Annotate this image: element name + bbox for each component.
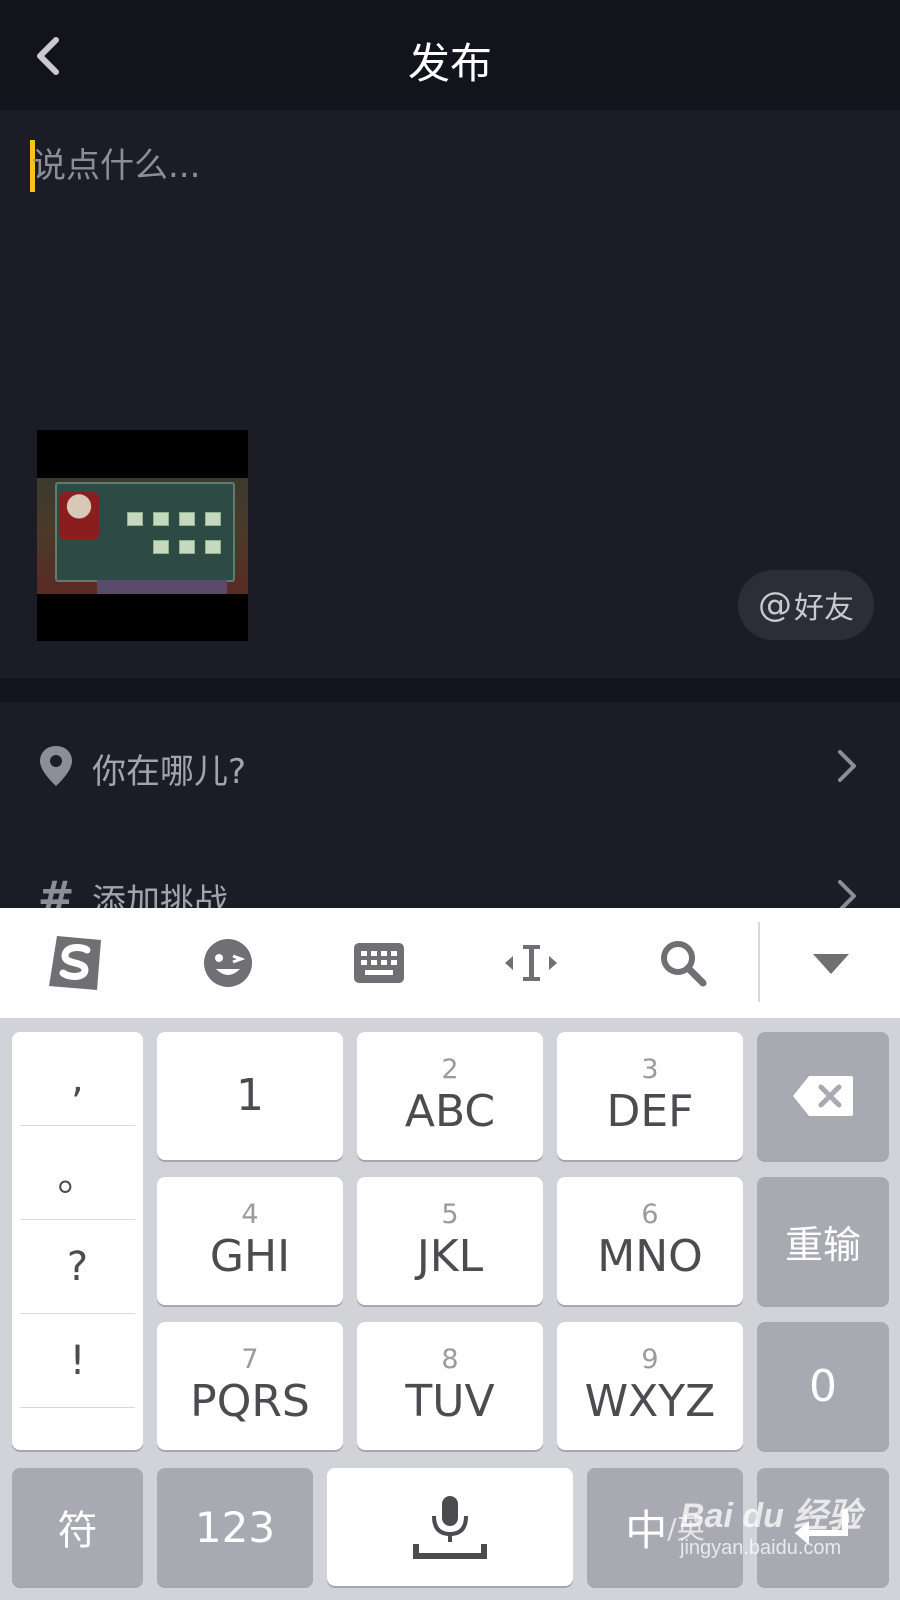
microphone-space-icon — [413, 1496, 487, 1559]
numbers-key-label: 123 — [194, 1502, 276, 1552]
attached-image-thumbnail[interactable] — [37, 430, 248, 641]
key-number: 2 — [441, 1054, 459, 1085]
thumbnail-slot — [179, 540, 195, 554]
retype-key[interactable]: 重输 — [757, 1177, 889, 1305]
retype-key-label: 重输 — [784, 1222, 861, 1267]
keyboard-switch-button[interactable] — [344, 930, 414, 996]
keyboard-icon — [354, 943, 404, 983]
chevron-right-icon — [838, 880, 856, 908]
post-text-input[interactable] — [32, 140, 852, 192]
thumbnail-slot — [205, 540, 221, 554]
thumbnail-slot — [179, 512, 195, 526]
space-voice-key[interactable] — [327, 1468, 573, 1586]
location-option-label: 你在哪儿? — [92, 752, 247, 792]
symbols-key[interactable]: 符 — [12, 1468, 143, 1586]
key-9-wxyz[interactable]: 9 WXYZ — [557, 1322, 743, 1450]
sogou-logo-icon — [49, 936, 101, 990]
language-alt-label: /英 — [667, 1512, 705, 1545]
search-button[interactable] — [648, 930, 718, 996]
zero-key-label: 0 — [809, 1360, 837, 1412]
key-letters: GHI — [209, 1231, 291, 1282]
key-letters: JKL — [416, 1231, 484, 1282]
hashtag-icon: # — [37, 872, 75, 909]
key-letters: TUV — [405, 1376, 495, 1427]
key-letters: DEF — [606, 1086, 694, 1137]
key-number: 4 — [241, 1199, 259, 1230]
collapse-keyboard-button[interactable] — [796, 930, 866, 996]
toolbar-divider — [758, 922, 760, 1002]
punct-key-period[interactable]: 。 — [20, 1126, 135, 1220]
cursor-move-button[interactable] — [496, 930, 566, 996]
backspace-icon — [793, 1076, 853, 1116]
emoji-button[interactable] — [193, 930, 263, 996]
key-1-label: 1 — [236, 1070, 264, 1121]
punctuation-column[interactable]: , 。 ? ! — [12, 1032, 143, 1450]
language-switch-key[interactable]: 中 /英 — [587, 1468, 743, 1586]
punct-key-comma[interactable]: , — [20, 1032, 135, 1126]
emoji-icon — [204, 939, 252, 987]
key-number: 7 — [241, 1344, 259, 1375]
punct-key-exclamation[interactable]: ! — [20, 1314, 135, 1408]
key-5-jkl[interactable]: 5 JKL — [357, 1177, 543, 1305]
punct-key-question[interactable]: ? — [20, 1220, 135, 1314]
key-2-abc[interactable]: 2 ABC — [357, 1032, 543, 1160]
mention-friend-label: 好友 — [794, 591, 854, 626]
collapse-keyboard-icon — [813, 954, 849, 974]
location-option[interactable]: 你在哪儿? — [0, 702, 900, 832]
key-8-tuv[interactable]: 8 TUV — [357, 1322, 543, 1450]
key-number: 6 — [641, 1199, 659, 1230]
thumbnail-slot — [153, 512, 169, 526]
compose-area: @ 好友 — [0, 110, 900, 678]
thumbnail-slot — [205, 512, 221, 526]
keyboard: , 。 ? ! 1 2 ABC 3 DEF 4 GHI 5 JKL 6 MNO … — [0, 1018, 900, 1600]
challenge-option-label: 添加挑战 — [92, 882, 228, 908]
key-letters: MNO — [597, 1231, 703, 1282]
search-icon — [661, 941, 707, 987]
key-7-pqrs[interactable]: 7 PQRS — [157, 1322, 343, 1450]
keyboard-toolbar — [0, 908, 900, 1018]
key-letters: PQRS — [190, 1376, 310, 1427]
mention-friend-button[interactable]: @ 好友 — [738, 570, 874, 640]
at-sign-icon: @ — [758, 585, 792, 625]
key-number: 5 — [441, 1199, 459, 1230]
thumbnail-floor — [97, 580, 227, 594]
thumbnail-character — [59, 492, 99, 540]
zero-key[interactable]: 0 — [757, 1322, 889, 1450]
language-main-label: 中 — [625, 1505, 668, 1555]
page-title: 发布 — [407, 39, 492, 88]
thumbnail-slot — [127, 512, 143, 526]
key-number: 8 — [441, 1344, 459, 1375]
numbers-key[interactable]: 123 — [157, 1468, 313, 1586]
enter-icon — [795, 1509, 848, 1545]
thumbnail-slot — [153, 540, 169, 554]
key-4-ghi[interactable]: 4 GHI — [157, 1177, 343, 1305]
challenge-option[interactable]: # 添加挑战 — [0, 832, 900, 908]
backspace-key[interactable] — [757, 1032, 889, 1160]
key-1[interactable]: 1 — [157, 1032, 343, 1160]
post-options-list: 你在哪儿? # 添加挑战 — [0, 702, 900, 908]
key-number: 3 — [641, 1054, 659, 1085]
sogou-logo-button[interactable] — [40, 930, 110, 996]
chevron-right-icon — [838, 750, 856, 782]
key-letters: ABC — [404, 1086, 496, 1137]
enter-key[interactable] — [757, 1468, 889, 1586]
key-3-def[interactable]: 3 DEF — [557, 1032, 743, 1160]
cursor-move-icon — [505, 945, 557, 981]
section-divider — [0, 678, 900, 702]
key-letters: WXYZ — [584, 1376, 716, 1427]
key-number: 9 — [641, 1344, 659, 1375]
top-bar: 发布 — [0, 0, 900, 110]
symbols-key-label: 符 — [57, 1508, 98, 1554]
location-pin-icon — [40, 746, 72, 786]
key-6-mno[interactable]: 6 MNO — [557, 1177, 743, 1305]
